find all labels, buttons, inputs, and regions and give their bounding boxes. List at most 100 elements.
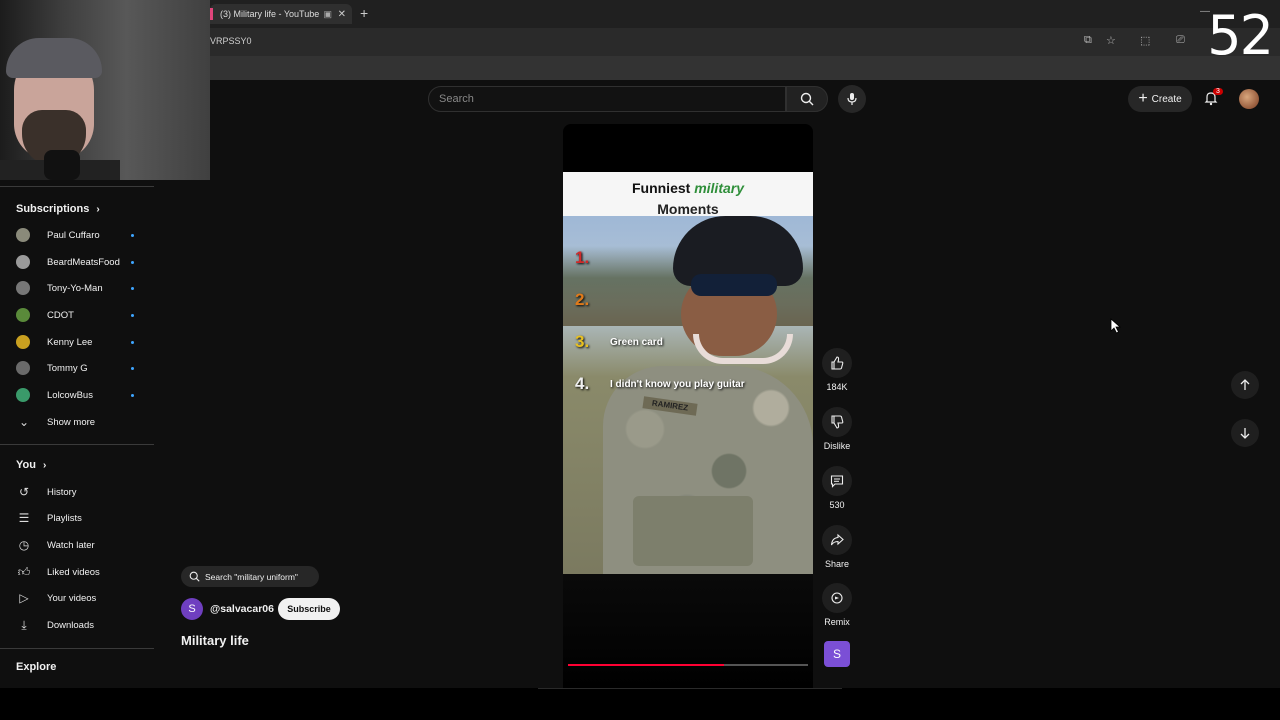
subscription-item[interactable]: BeardMeatsFood <box>16 252 136 272</box>
create-button[interactable]: + Create <box>1128 86 1192 112</box>
new-content-dot <box>131 340 134 344</box>
sidebar-divider <box>0 186 154 187</box>
share-label: Share <box>824 559 850 569</box>
list-label: I didn't know you play guitar <box>610 379 745 390</box>
subscription-item[interactable]: Paul Cuffaro <box>16 225 136 245</box>
new-content-dot <box>131 393 134 397</box>
new-content-dot <box>131 260 134 264</box>
browser-tab[interactable]: (3) Military life - YouTube ▣ ✕ <box>210 4 352 24</box>
thumbs-down-icon <box>831 415 844 429</box>
account-avatar[interactable] <box>1239 89 1259 109</box>
webcam-hat <box>6 38 102 78</box>
list-number: 2. <box>575 290 590 309</box>
install-icon[interactable]: ⧉ <box>1084 34 1092 47</box>
extensions-icon[interactable]: ⬚ <box>1140 34 1150 47</box>
dislike-button[interactable] <box>822 407 852 437</box>
subscribe-button[interactable]: Subscribe <box>278 598 340 620</box>
video-mask <box>693 334 793 364</box>
chevron-right-icon: › <box>96 204 100 215</box>
playlists-icon: ☰ <box>18 511 30 525</box>
channel-handle[interactable]: @salvacar06 <box>210 603 274 615</box>
list-label: Green card <box>610 337 663 348</box>
like-count: 184K <box>826 382 848 392</box>
related-search-chip[interactable]: Search "military uniform" <box>181 566 319 587</box>
comments-action[interactable]: 530 <box>822 466 852 510</box>
sidebar-item-liked-videos[interactable]: 👍︎ Liked videos <box>16 562 146 582</box>
channel-avatar <box>16 228 30 242</box>
video-sunglasses <box>691 274 777 296</box>
webcam-overlay <box>0 0 210 180</box>
remix-button[interactable] <box>822 583 852 613</box>
subscription-item[interactable]: LolcowBus <box>16 385 136 405</box>
list-number: 3. <box>575 332 590 351</box>
like-action[interactable]: 184K <box>822 348 852 392</box>
video-overlay-title-line2: Moments <box>657 201 719 217</box>
next-video-button[interactable] <box>1231 419 1259 447</box>
like-button[interactable] <box>822 348 852 378</box>
your-videos-icon: ▷ <box>19 591 29 605</box>
search-button[interactable] <box>786 86 828 112</box>
subscription-item[interactable]: Kenny Lee <box>16 332 136 352</box>
sidebar-item-your-videos[interactable]: ▷ Your videos <box>16 588 146 608</box>
voice-search-button[interactable] <box>838 85 866 113</box>
url-text[interactable]: VRPSSY0 <box>210 36 252 46</box>
tab-media-icon[interactable]: ▣ <box>323 9 332 20</box>
microphone-icon <box>847 93 857 105</box>
chevron-down-icon: ⌄ <box>18 415 30 429</box>
bookmark-star-icon[interactable]: ☆ <box>1106 34 1116 47</box>
remix-action[interactable]: Remix <box>822 583 852 627</box>
share-action[interactable]: Share <box>822 525 852 569</box>
progress-bar-fill <box>568 664 724 666</box>
remix-label: Remix <box>824 617 850 627</box>
sidebar-item-playlists[interactable]: ☰ Playlists <box>16 508 146 528</box>
new-content-dot <box>131 233 134 237</box>
you-heading[interactable]: You › <box>16 459 46 471</box>
channel-avatar[interactable]: S <box>181 598 203 620</box>
sidebar-item-downloads[interactable]: ⤓ Downloads <box>16 615 146 635</box>
remix-icon <box>831 592 843 604</box>
downloads-icon: ⤓ <box>21 617 27 632</box>
webcam-microphone <box>44 150 80 180</box>
bottom-bar <box>0 688 1280 720</box>
new-content-dot <box>131 366 134 370</box>
sidebar-item-watch-later[interactable]: ◷ Watch later <box>16 535 146 555</box>
create-label: Create <box>1151 93 1182 105</box>
subscription-item[interactable]: Tommy G <box>16 358 136 378</box>
new-tab-button[interactable]: + <box>360 5 368 21</box>
channel-avatar <box>16 388 30 402</box>
related-search-text: Search "military uniform" <box>205 571 298 582</box>
tab-close-icon[interactable]: ✕ <box>338 9 346 20</box>
channel-thumbnail[interactable]: S <box>824 641 850 667</box>
tab-audio-indicator <box>210 8 213 20</box>
sidebar-item-history[interactable]: ↺ History <box>16 482 146 502</box>
channel-avatar <box>16 335 30 349</box>
history-icon: ↺ <box>18 485 30 499</box>
list-number: 1. <box>575 248 590 267</box>
cast-icon[interactable]: ⎚ <box>1176 34 1185 47</box>
arrow-down-icon <box>1240 428 1250 439</box>
video-frame: RAMIREZ <box>563 216 813 574</box>
comment-count: 530 <box>829 500 845 510</box>
shorts-video-player[interactable]: Funniest military Moments RAMIREZ 1. 2. … <box>563 124 813 574</box>
search-icon <box>800 92 814 106</box>
liked-icon: 👍︎ <box>17 564 31 579</box>
subscription-item[interactable]: CDOT <box>16 305 136 325</box>
new-content-dot <box>131 313 134 317</box>
dislike-label: Dislike <box>823 441 851 451</box>
dislike-action[interactable]: Dislike <box>822 407 852 451</box>
share-button[interactable] <box>822 525 852 555</box>
subscription-item[interactable]: Tony-Yo-Man <box>16 278 136 298</box>
show-more-button[interactable]: ⌄ Show more <box>16 412 146 432</box>
previous-video-button[interactable] <box>1231 371 1259 399</box>
notification-badge: 3 <box>1213 88 1223 95</box>
comments-button[interactable] <box>822 466 852 496</box>
channel-avatar <box>16 308 30 322</box>
mouse-cursor-icon <box>1110 318 1122 339</box>
arrow-up-icon <box>1240 379 1250 390</box>
tab-title: (3) Military life - YouTube <box>220 9 320 19</box>
search-input[interactable]: Search <box>428 86 786 112</box>
explore-heading: Explore <box>16 661 57 673</box>
subscriptions-heading[interactable]: Subscriptions › <box>16 203 100 215</box>
sidebar-divider <box>0 648 154 649</box>
new-content-dot <box>131 286 134 290</box>
